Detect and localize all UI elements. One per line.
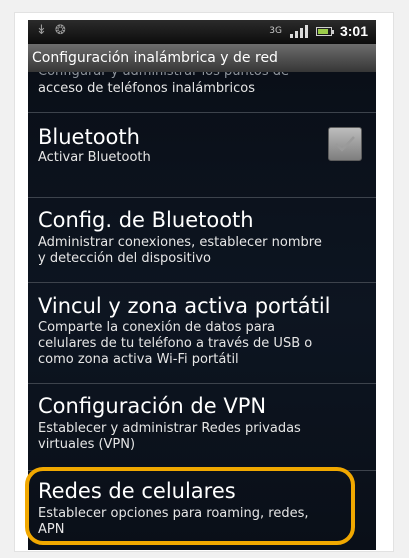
setting-title: Config. de Bluetooth bbox=[38, 208, 254, 232]
setting-subtitle: acceso de teléfonos inalámbricos bbox=[38, 81, 255, 96]
phone-screen: ↡ ❂ 3G 3:01 Configuración inalámbrica y … bbox=[28, 20, 376, 550]
page-title: Configuración inalámbrica y de red bbox=[28, 44, 376, 72]
check-icon bbox=[335, 136, 355, 152]
setting-subtitle: Comparte la conexión de datos para bbox=[38, 320, 276, 335]
status-left-icons: ↡ ❂ bbox=[36, 23, 66, 38]
status-time: 3:01 bbox=[339, 23, 368, 39]
setting-subtitle: como zona activa Wi-Fi portátil bbox=[38, 352, 239, 367]
setting-mobile-networks[interactable]: Redes de celulares Establecer opciones p… bbox=[28, 471, 376, 550]
setting-title: Vincul y zona activa portátil bbox=[38, 294, 331, 318]
setting-bluetooth[interactable]: Bluetooth Activar Bluetooth bbox=[28, 113, 376, 175]
setting-subtitle: APN bbox=[38, 522, 65, 537]
signal-icon bbox=[289, 24, 308, 38]
setting-subtitle: Administrar conexiones, establecer nombr… bbox=[38, 235, 322, 250]
setting-title: Bluetooth bbox=[38, 125, 140, 149]
setting-title: Configuración de VPN bbox=[38, 394, 267, 418]
setting-vpn[interactable]: Configuración de VPN Establecer y admini… bbox=[28, 384, 376, 468]
setting-subtitle: Activar Bluetooth bbox=[38, 150, 151, 165]
setting-subtitle: celulares de tu teléfono a través de USB… bbox=[38, 336, 313, 351]
settings-list[interactable]: Configurar y administrar los puntos de a… bbox=[28, 72, 376, 550]
setting-tethering-partial[interactable]: Configurar y administrar los puntos de a… bbox=[28, 72, 376, 112]
setting-subtitle: Establecer y administrar Redes privadas bbox=[38, 421, 301, 436]
setting-subtitle: Establecer opciones para roaming, redes, bbox=[38, 506, 309, 521]
battery-icon bbox=[315, 26, 334, 36]
setting-bluetooth-config[interactable]: Config. de Bluetooth Administrar conexio… bbox=[28, 198, 376, 280]
bluetooth-checkbox[interactable] bbox=[328, 127, 362, 161]
setting-title: Redes de celulares bbox=[38, 479, 236, 503]
android-icon: ❂ bbox=[54, 23, 66, 38]
usb-icon: ↡ bbox=[36, 23, 47, 38]
network-type-label: 3G bbox=[269, 25, 282, 36]
status-right-icons: 3G 3:01 bbox=[269, 23, 368, 39]
setting-tethering[interactable]: Vincul y zona activa portátil Comparte l… bbox=[28, 283, 376, 379]
status-bar: ↡ ❂ 3G 3:01 bbox=[28, 20, 376, 44]
setting-subtitle: virtuales (VPN) bbox=[38, 437, 136, 452]
setting-subtitle: Configurar y administrar los puntos de bbox=[38, 72, 356, 80]
setting-subtitle: y detección del dispositivo bbox=[38, 251, 211, 266]
